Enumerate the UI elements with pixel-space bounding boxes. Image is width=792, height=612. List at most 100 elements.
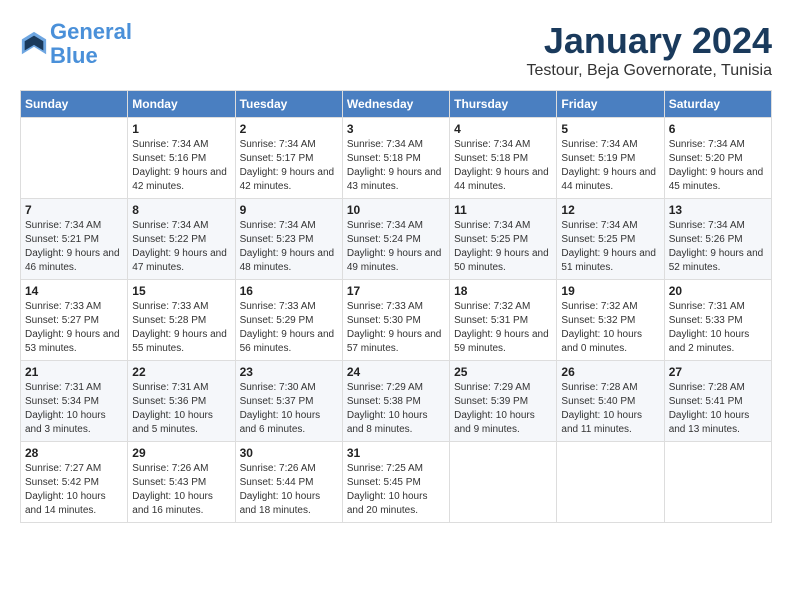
- day-info: Sunrise: 7:34 AM Sunset: 5:20 PM Dayligh…: [669, 138, 767, 194]
- calendar-header: SundayMondayTuesdayWednesdayThursdayFrid…: [21, 91, 772, 118]
- sunrise-text: Sunrise: 7:29 AM: [347, 382, 423, 393]
- day-of-week-header: Monday: [128, 91, 235, 118]
- day-info: Sunrise: 7:25 AM Sunset: 5:45 PM Dayligh…: [347, 462, 445, 518]
- day-number: 16: [240, 284, 338, 298]
- sunrise-text: Sunrise: 7:28 AM: [561, 382, 637, 393]
- sunset-text: Sunset: 5:38 PM: [347, 396, 421, 407]
- sunrise-text: Sunrise: 7:25 AM: [347, 463, 423, 474]
- day-of-week-header: Saturday: [664, 91, 771, 118]
- calendar-body: 1 Sunrise: 7:34 AM Sunset: 5:16 PM Dayli…: [21, 118, 772, 523]
- daylight-text: Daylight: 10 hours and 3 minutes.: [25, 410, 106, 435]
- daylight-text: Daylight: 9 hours and 53 minutes.: [25, 329, 120, 354]
- sunrise-text: Sunrise: 7:34 AM: [347, 220, 423, 231]
- daylight-text: Daylight: 10 hours and 2 minutes.: [669, 329, 750, 354]
- subtitle: Testour, Beja Governorate, Tunisia: [527, 62, 772, 80]
- sunset-text: Sunset: 5:26 PM: [669, 234, 743, 245]
- day-info: Sunrise: 7:27 AM Sunset: 5:42 PM Dayligh…: [25, 462, 123, 518]
- day-info: Sunrise: 7:34 AM Sunset: 5:18 PM Dayligh…: [454, 138, 552, 194]
- calendar-cell: 26 Sunrise: 7:28 AM Sunset: 5:40 PM Dayl…: [557, 361, 664, 442]
- day-number: 20: [669, 284, 767, 298]
- calendar-cell: 29 Sunrise: 7:26 AM Sunset: 5:43 PM Dayl…: [128, 442, 235, 523]
- calendar-cell: 23 Sunrise: 7:30 AM Sunset: 5:37 PM Dayl…: [235, 361, 342, 442]
- calendar-cell: 11 Sunrise: 7:34 AM Sunset: 5:25 PM Dayl…: [450, 199, 557, 280]
- sunset-text: Sunset: 5:17 PM: [240, 153, 314, 164]
- sunset-text: Sunset: 5:18 PM: [347, 153, 421, 164]
- calendar-cell: 16 Sunrise: 7:33 AM Sunset: 5:29 PM Dayl…: [235, 280, 342, 361]
- day-number: 27: [669, 365, 767, 379]
- logo-icon: [20, 30, 48, 58]
- day-of-week-header: Friday: [557, 91, 664, 118]
- day-info: Sunrise: 7:34 AM Sunset: 5:23 PM Dayligh…: [240, 219, 338, 275]
- day-number: 19: [561, 284, 659, 298]
- sunset-text: Sunset: 5:32 PM: [561, 315, 635, 326]
- sunrise-text: Sunrise: 7:34 AM: [132, 220, 208, 231]
- day-info: Sunrise: 7:28 AM Sunset: 5:41 PM Dayligh…: [669, 381, 767, 437]
- calendar-cell: 30 Sunrise: 7:26 AM Sunset: 5:44 PM Dayl…: [235, 442, 342, 523]
- day-number: 18: [454, 284, 552, 298]
- sunset-text: Sunset: 5:21 PM: [25, 234, 99, 245]
- calendar-cell: 2 Sunrise: 7:34 AM Sunset: 5:17 PM Dayli…: [235, 118, 342, 199]
- daylight-text: Daylight: 9 hours and 43 minutes.: [347, 167, 442, 192]
- day-info: Sunrise: 7:31 AM Sunset: 5:34 PM Dayligh…: [25, 381, 123, 437]
- day-number: 21: [25, 365, 123, 379]
- day-info: Sunrise: 7:32 AM Sunset: 5:31 PM Dayligh…: [454, 300, 552, 356]
- header-row: SundayMondayTuesdayWednesdayThursdayFrid…: [21, 91, 772, 118]
- calendar-cell: 15 Sunrise: 7:33 AM Sunset: 5:28 PM Dayl…: [128, 280, 235, 361]
- daylight-text: Daylight: 10 hours and 11 minutes.: [561, 410, 642, 435]
- day-number: 13: [669, 203, 767, 217]
- sunset-text: Sunset: 5:23 PM: [240, 234, 314, 245]
- sunrise-text: Sunrise: 7:34 AM: [669, 220, 745, 231]
- daylight-text: Daylight: 9 hours and 56 minutes.: [240, 329, 335, 354]
- day-number: 28: [25, 446, 123, 460]
- daylight-text: Daylight: 10 hours and 13 minutes.: [669, 410, 750, 435]
- sunset-text: Sunset: 5:28 PM: [132, 315, 206, 326]
- sunset-text: Sunset: 5:37 PM: [240, 396, 314, 407]
- day-number: 1: [132, 122, 230, 136]
- day-info: Sunrise: 7:32 AM Sunset: 5:32 PM Dayligh…: [561, 300, 659, 356]
- sunset-text: Sunset: 5:39 PM: [454, 396, 528, 407]
- calendar-cell: 20 Sunrise: 7:31 AM Sunset: 5:33 PM Dayl…: [664, 280, 771, 361]
- calendar-cell: 19 Sunrise: 7:32 AM Sunset: 5:32 PM Dayl…: [557, 280, 664, 361]
- title-section: January 2024 Testour, Beja Governorate, …: [527, 20, 772, 80]
- daylight-text: Daylight: 9 hours and 44 minutes.: [561, 167, 656, 192]
- daylight-text: Daylight: 10 hours and 8 minutes.: [347, 410, 428, 435]
- day-info: Sunrise: 7:26 AM Sunset: 5:44 PM Dayligh…: [240, 462, 338, 518]
- day-number: 30: [240, 446, 338, 460]
- day-number: 26: [561, 365, 659, 379]
- day-number: 22: [132, 365, 230, 379]
- calendar-cell: 13 Sunrise: 7:34 AM Sunset: 5:26 PM Dayl…: [664, 199, 771, 280]
- sunrise-text: Sunrise: 7:33 AM: [347, 301, 423, 312]
- daylight-text: Daylight: 10 hours and 0 minutes.: [561, 329, 642, 354]
- day-info: Sunrise: 7:34 AM Sunset: 5:16 PM Dayligh…: [132, 138, 230, 194]
- day-info: Sunrise: 7:28 AM Sunset: 5:40 PM Dayligh…: [561, 381, 659, 437]
- calendar-table: SundayMondayTuesdayWednesdayThursdayFrid…: [20, 90, 772, 523]
- daylight-text: Daylight: 9 hours and 50 minutes.: [454, 248, 549, 273]
- page-header: GeneralBlue January 2024 Testour, Beja G…: [20, 20, 772, 80]
- logo: GeneralBlue: [20, 20, 132, 68]
- daylight-text: Daylight: 9 hours and 45 minutes.: [669, 167, 764, 192]
- sunrise-text: Sunrise: 7:30 AM: [240, 382, 316, 393]
- daylight-text: Daylight: 9 hours and 49 minutes.: [347, 248, 442, 273]
- sunrise-text: Sunrise: 7:33 AM: [132, 301, 208, 312]
- daylight-text: Daylight: 9 hours and 57 minutes.: [347, 329, 442, 354]
- day-number: 2: [240, 122, 338, 136]
- day-number: 17: [347, 284, 445, 298]
- day-info: Sunrise: 7:31 AM Sunset: 5:33 PM Dayligh…: [669, 300, 767, 356]
- daylight-text: Daylight: 10 hours and 16 minutes.: [132, 491, 213, 516]
- calendar-cell: 24 Sunrise: 7:29 AM Sunset: 5:38 PM Dayl…: [342, 361, 449, 442]
- day-number: 12: [561, 203, 659, 217]
- calendar-cell: [664, 442, 771, 523]
- sunset-text: Sunset: 5:27 PM: [25, 315, 99, 326]
- calendar-cell: 5 Sunrise: 7:34 AM Sunset: 5:19 PM Dayli…: [557, 118, 664, 199]
- calendar-cell: 18 Sunrise: 7:32 AM Sunset: 5:31 PM Dayl…: [450, 280, 557, 361]
- logo-text: GeneralBlue: [50, 20, 132, 68]
- day-number: 8: [132, 203, 230, 217]
- daylight-text: Daylight: 9 hours and 55 minutes.: [132, 329, 227, 354]
- sunrise-text: Sunrise: 7:34 AM: [240, 139, 316, 150]
- daylight-text: Daylight: 9 hours and 52 minutes.: [669, 248, 764, 273]
- day-number: 3: [347, 122, 445, 136]
- day-number: 6: [669, 122, 767, 136]
- sunrise-text: Sunrise: 7:33 AM: [240, 301, 316, 312]
- daylight-text: Daylight: 10 hours and 9 minutes.: [454, 410, 535, 435]
- day-info: Sunrise: 7:34 AM Sunset: 5:19 PM Dayligh…: [561, 138, 659, 194]
